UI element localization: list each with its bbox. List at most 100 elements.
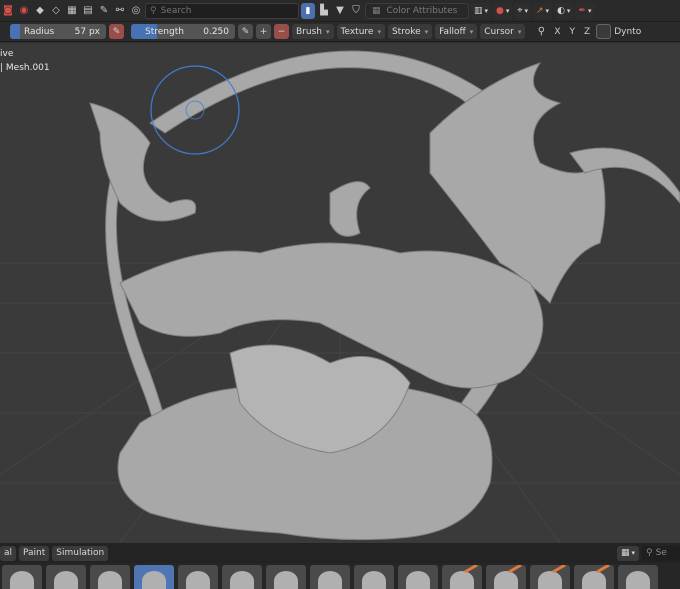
cursor-menu[interactable]: Cursor ▾: [480, 24, 526, 39]
brush-thumbnail[interactable]: [486, 565, 526, 589]
strength-pressure-pen-icon[interactable]: ✎: [238, 24, 253, 39]
brush-preview-icon: [142, 571, 166, 589]
brush-stroke-icon: [552, 565, 566, 574]
view-grid-dropdown[interactable]: ▦ ▾: [616, 545, 639, 561]
brush-thumbnail[interactable]: [530, 565, 570, 589]
vertex-icon[interactable]: ◉: [17, 3, 31, 19]
sculpt-mesh: [89, 50, 680, 541]
brush-stroke-icon: [508, 565, 522, 574]
record-dropdown[interactable]: ● ▾: [493, 2, 513, 19]
brush-icon[interactable]: ✎: [97, 3, 111, 19]
brush-preview-icon: [494, 571, 518, 589]
brush-thumbnail[interactable]: [618, 565, 658, 589]
brush-thumbnail[interactable]: [2, 565, 42, 589]
chevron-down-icon: ▾: [505, 6, 510, 15]
radius-slider[interactable]: Radius 57 px: [10, 24, 106, 39]
brush-preview-icon: [54, 571, 78, 589]
tab-simulation[interactable]: Simulation: [52, 545, 109, 561]
snap-icon: ⌖: [517, 5, 523, 16]
chevron-down-icon: ▾: [325, 27, 330, 36]
axis-z-toggle[interactable]: Z: [581, 27, 593, 37]
texture-menu[interactable]: Texture ▾: [336, 24, 385, 39]
falloff-menu[interactable]: Falloff ▾: [435, 24, 478, 39]
shield-icon[interactable]: ⛉: [349, 3, 363, 19]
image-icon[interactable]: ▦: [65, 3, 79, 19]
search-field[interactable]: ⚲: [145, 2, 299, 19]
chevron-down-icon: ▾: [566, 6, 571, 15]
asset-search-placeholder: Se: [655, 548, 667, 558]
texture-menu-label: Texture: [340, 26, 374, 37]
color-attributes-field[interactable]: ▦ Color Attributes: [365, 2, 469, 19]
movie-icon[interactable]: ▤: [81, 3, 95, 19]
brush-thumbnail[interactable]: [398, 565, 438, 589]
chevron-down-icon: ▾: [377, 27, 381, 36]
snap-dropdown[interactable]: ⌖ ▾: [514, 2, 531, 19]
brush-preview-icon: [318, 571, 342, 589]
brush-thumbnail[interactable]: [222, 565, 262, 589]
world-icon[interactable]: ◎: [129, 3, 143, 19]
brush-preview-icon: [362, 571, 386, 589]
add-direction-icon[interactable]: +: [256, 24, 271, 39]
brush-thumbnail[interactable]: [574, 565, 614, 589]
shading-dropdown[interactable]: ✒ ▾: [575, 2, 595, 19]
dyntopo-checkbox[interactable]: [596, 24, 612, 39]
radius-pressure-pen-icon[interactable]: ✎: [109, 24, 124, 39]
node-icon[interactable]: ⚯: [113, 3, 127, 19]
color-attributes-placeholder: Color Attributes: [386, 5, 458, 16]
search-input[interactable]: [160, 5, 281, 16]
brush-menu[interactable]: Brush ▾: [292, 24, 334, 39]
symmetry-icon[interactable]: ⚲: [534, 24, 548, 40]
object-mode-icon[interactable]: ◙: [1, 3, 15, 19]
brush-shelf: [0, 563, 680, 589]
chevron-down-icon: ▾: [545, 6, 550, 15]
asset-search-field[interactable]: ⚲ Se: [642, 545, 680, 561]
strength-label: Strength: [145, 26, 184, 37]
eyedropper-icon: ✒: [578, 5, 586, 16]
chevron-down-icon: ▾: [587, 6, 592, 15]
overlay-icon: ◐: [557, 5, 565, 16]
brush-thumbnail-active[interactable]: [134, 565, 174, 589]
brush-preview-icon: [406, 571, 430, 589]
brush-preview-icon: [538, 571, 562, 589]
tab-paint[interactable]: Paint: [19, 545, 50, 561]
edge-icon[interactable]: ◆: [33, 3, 47, 19]
search-icon: ⚲: [150, 5, 157, 16]
brush-thumbnail[interactable]: [46, 565, 86, 589]
chevron-down-icon: ▾: [517, 27, 522, 36]
tab-al[interactable]: al: [0, 545, 17, 561]
filter-icon[interactable]: ▼: [333, 3, 347, 19]
viewport-object-text: | Mesh.001: [0, 63, 50, 73]
axis-x-toggle[interactable]: X: [551, 27, 563, 37]
brush-preview-icon: [582, 571, 606, 589]
brush-thumbnail[interactable]: [442, 565, 482, 589]
subtract-direction-icon[interactable]: −: [274, 24, 289, 39]
graph-dropdown[interactable]: ▥ ▾: [471, 2, 492, 19]
viewport-mode-text: ive: [0, 49, 14, 59]
brush-thumbnail[interactable]: [178, 565, 218, 589]
3d-viewport[interactable]: ive | Mesh.001: [0, 43, 680, 543]
bookmark-icon[interactable]: ▮: [301, 2, 315, 19]
brush-preview-icon: [10, 571, 34, 589]
dyntopo-label: Dynto: [614, 26, 642, 37]
cursor-menu-label: Cursor: [484, 26, 514, 37]
brush-thumbnail[interactable]: [354, 565, 394, 589]
falloff-menu-label: Falloff: [439, 26, 466, 37]
brush-preview-icon: [98, 571, 122, 589]
search-icon: ⚲: [646, 548, 653, 558]
radius-label: Radius: [24, 26, 55, 37]
brush-preview-icon: [230, 571, 254, 589]
gizmo-dropdown[interactable]: ↗ ▾: [533, 2, 553, 19]
axis-y-toggle[interactable]: Y: [567, 27, 579, 37]
chevron-down-icon: ▾: [484, 6, 489, 15]
tool-settings-header: Radius 57 px ✎ Strength 0.250 ✎ + − Brus…: [0, 22, 680, 42]
overlay-dropdown[interactable]: ◐ ▾: [554, 2, 574, 19]
chevron-down-icon: ▾: [631, 549, 635, 557]
brush-thumbnail[interactable]: [310, 565, 350, 589]
face-icon[interactable]: ◇: [49, 3, 63, 19]
layout-icon[interactable]: ▙: [317, 3, 331, 19]
stroke-menu[interactable]: Stroke ▾: [387, 24, 433, 39]
brush-thumbnail[interactable]: [266, 565, 306, 589]
brush-thumbnail[interactable]: [90, 565, 130, 589]
strength-slider[interactable]: Strength 0.250: [131, 24, 235, 39]
mesh-small-tendril: [329, 181, 371, 237]
